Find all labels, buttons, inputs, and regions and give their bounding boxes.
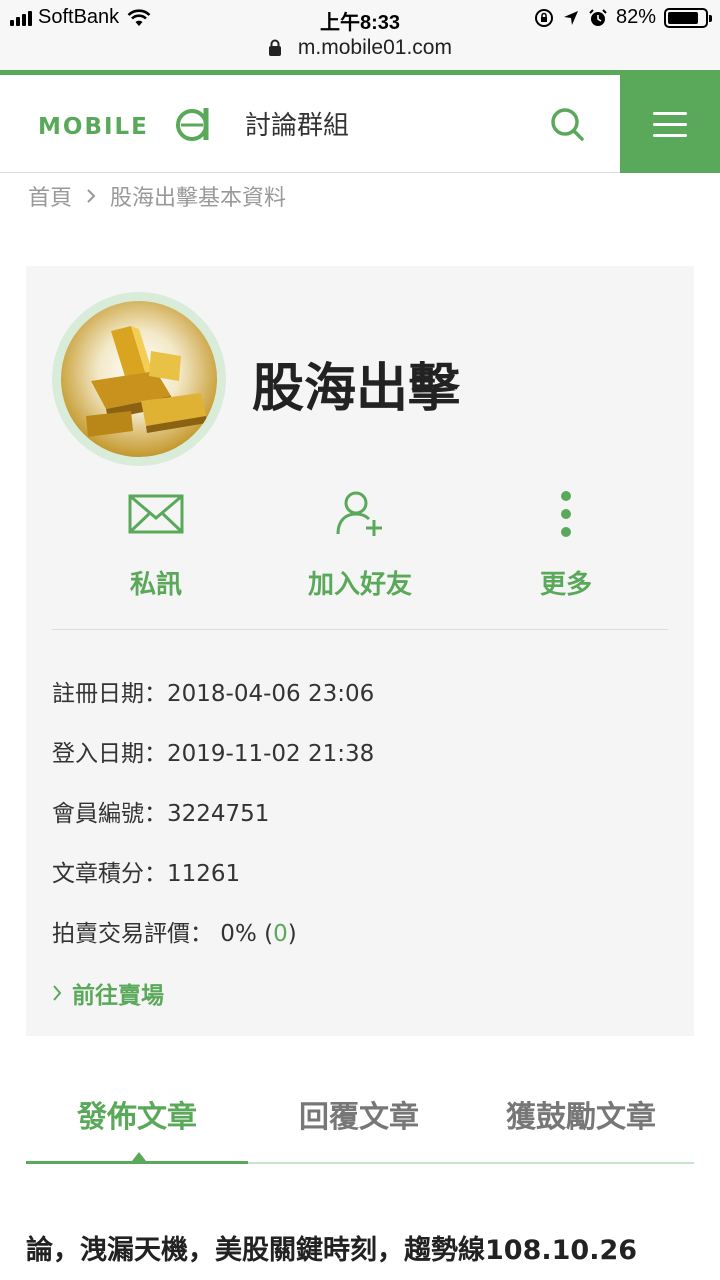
chevron-right-icon	[87, 189, 96, 203]
breadcrumb: 首頁 股海出擊基本資料	[28, 180, 286, 212]
add-user-icon	[336, 491, 382, 536]
more-label: 更多	[539, 570, 592, 600]
auction-rating: 拍賣交易評價： 0% (0)	[52, 916, 374, 976]
auction-rating-close: )	[287, 921, 297, 947]
more-button[interactable]: 更多	[476, 484, 656, 601]
battery-percent: 82%	[615, 6, 656, 28]
profile-actions: 私訊 加入好友 更多	[26, 484, 694, 604]
auction-rating-count[interactable]: 0	[273, 921, 288, 947]
envelope-icon	[128, 494, 184, 534]
gold-bars-image	[86, 326, 207, 437]
breadcrumb-home[interactable]: 首頁	[28, 180, 72, 212]
login-date: 登入日期：2019-11-02 21:38	[52, 741, 375, 767]
avatar-ring	[52, 292, 226, 466]
active-tab-underline	[26, 1161, 248, 1164]
chevron-right-icon	[53, 985, 62, 1001]
private-message-button[interactable]: 私訊	[66, 484, 246, 601]
member-id: 會員編號：3224751	[52, 801, 270, 827]
battery-icon	[664, 7, 712, 28]
active-tab-caret	[132, 1152, 146, 1161]
divider	[52, 629, 668, 630]
breadcrumb-current: 股海出擊基本資料	[110, 186, 287, 211]
tab-posts[interactable]: 發佈文章	[26, 1092, 248, 1136]
hamburger-menu-button[interactable]	[620, 75, 720, 173]
avatar	[61, 301, 217, 457]
article-tabs: 發佈文章 回覆文章 獲鼓勵文章	[26, 1080, 694, 1164]
url-bar[interactable]: m.mobile01.com	[0, 36, 720, 70]
svg-text:MOBILE: MOBILE	[38, 114, 149, 140]
orientation-lock-icon	[534, 8, 553, 27]
profile-username: 股海出擊	[252, 359, 461, 419]
add-friend-button[interactable]: 加入好友	[270, 484, 450, 601]
register-date: 註冊日期：2018-04-06 23:06	[52, 681, 375, 707]
more-vertical-icon	[561, 491, 571, 537]
lock-icon	[269, 39, 282, 57]
post-title-link[interactable]: 論，洩漏天機，美股關鍵時刻，趨勢線108.10.26	[26, 1228, 637, 1267]
profile-card: 股海出擊 私訊 加入好友 更多 註冊日期：2018-04-06 23:06 登入…	[26, 266, 694, 1036]
url-text: m.mobile01.com	[297, 36, 452, 60]
tab-encouraged[interactable]: 獲鼓勵文章	[470, 1092, 692, 1136]
profile-info: 註冊日期：2018-04-06 23:06 登入日期：2019-11-02 21…	[52, 676, 374, 976]
alarm-icon	[589, 8, 607, 26]
status-right: 82%	[534, 6, 712, 29]
tab-replies[interactable]: 回覆文章	[248, 1092, 470, 1136]
location-icon	[563, 10, 578, 25]
search-icon[interactable]	[548, 105, 586, 143]
mobile01-logo[interactable]: MOBILE	[38, 103, 222, 143]
site-header: MOBILE 討論群組	[0, 75, 720, 173]
auction-rating-label: 拍賣交易評價： 0% (	[52, 921, 274, 947]
private-message-label: 私訊	[129, 570, 182, 600]
goto-shop-label: 前往賣場	[72, 983, 164, 1009]
article-points: 文章積分：11261	[52, 861, 241, 887]
section-title[interactable]: 討論群組	[245, 105, 349, 142]
status-bar: SoftBank 上午8:33 82%	[0, 0, 720, 36]
goto-shop-link[interactable]: 前往賣場	[52, 976, 164, 1010]
add-friend-label: 加入好友	[307, 570, 412, 600]
